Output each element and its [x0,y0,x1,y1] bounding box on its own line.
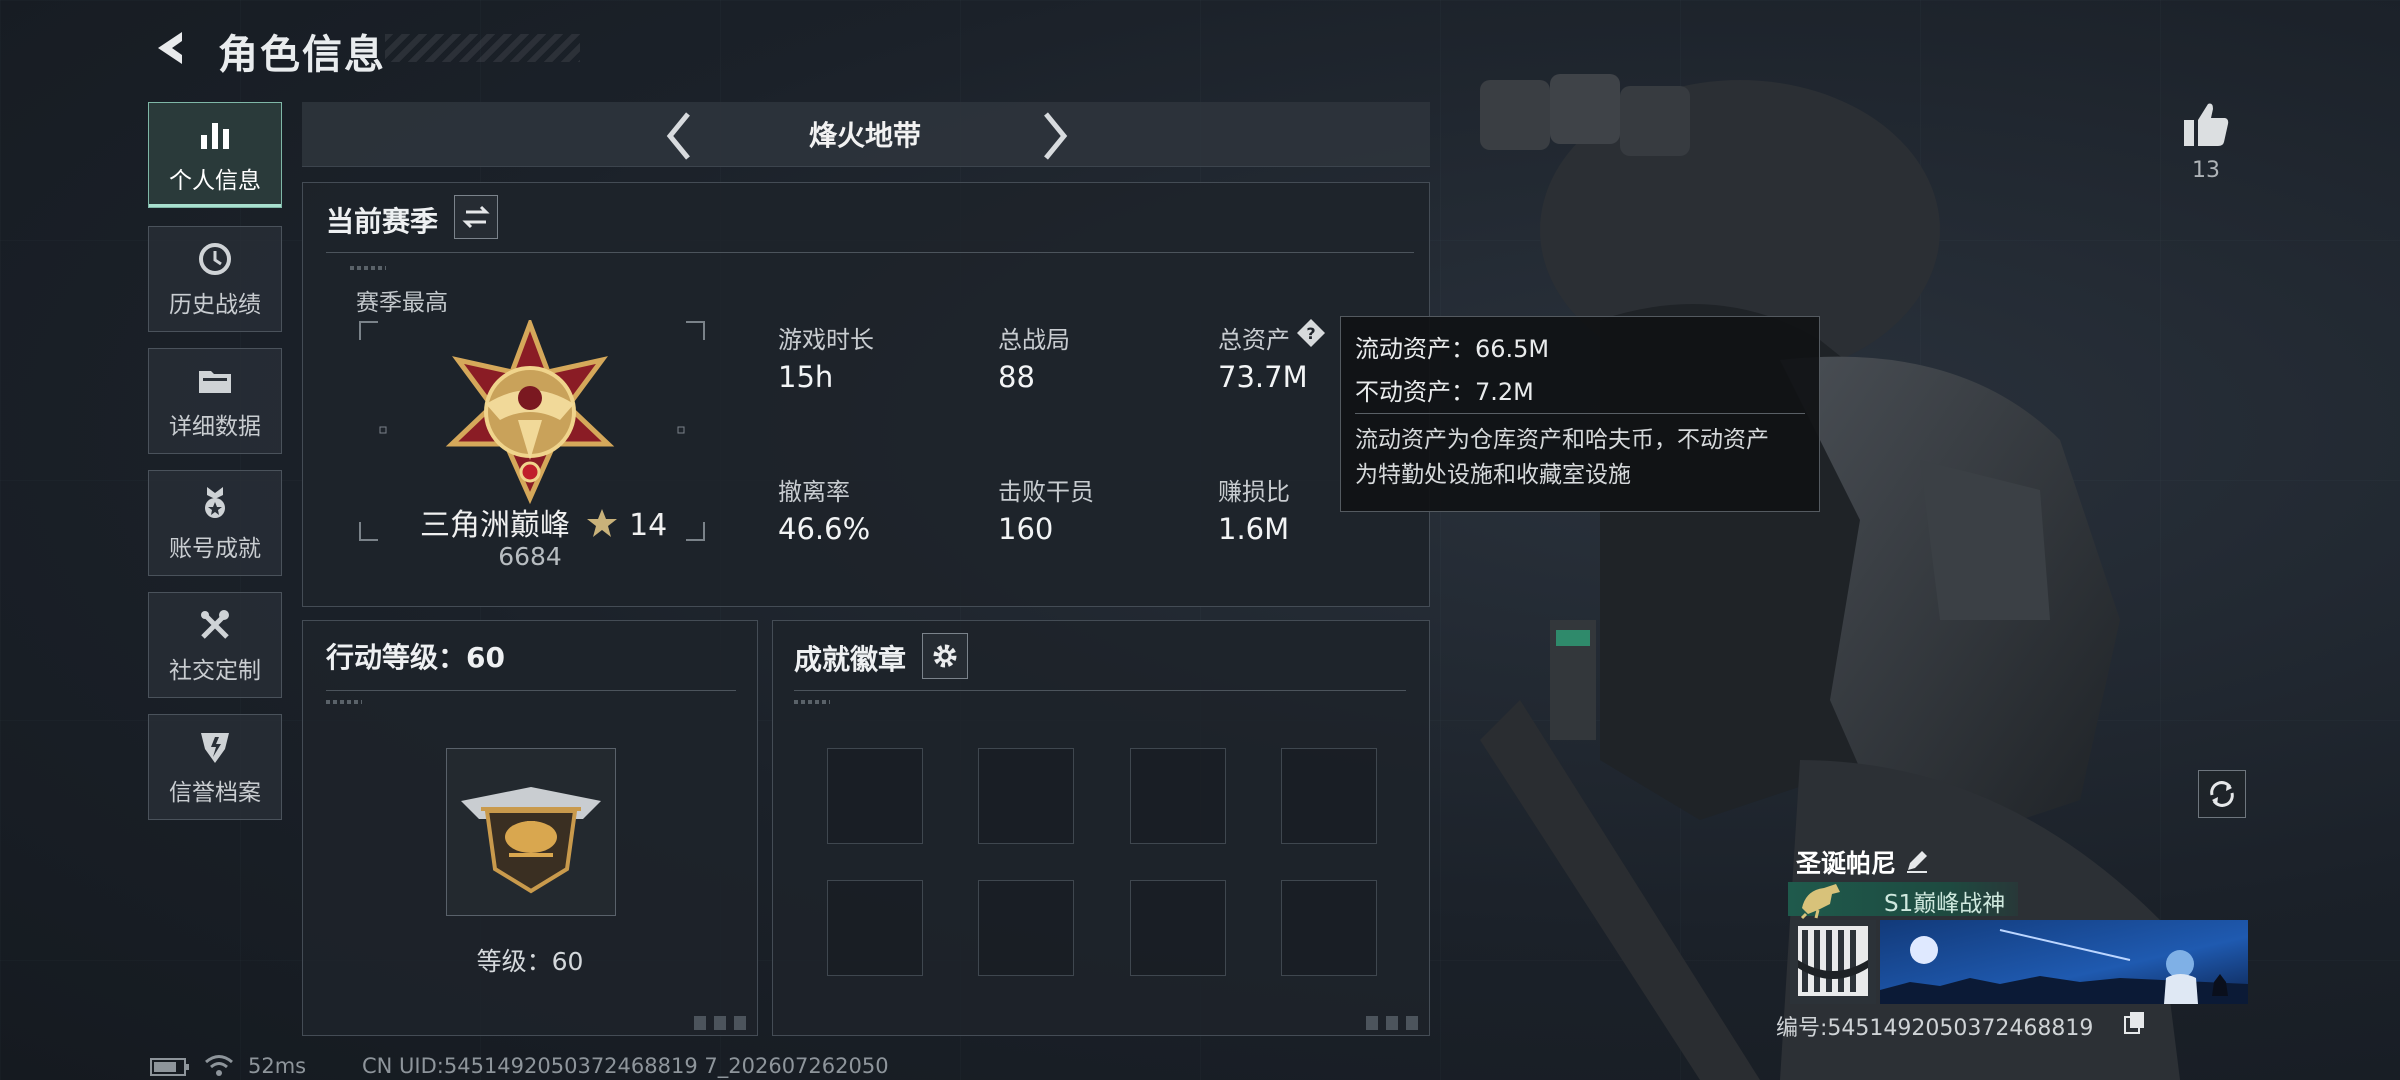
help-icon[interactable]: ? [1296,318,1326,348]
corner-marks [694,1016,748,1030]
season-divider [326,252,1414,253]
player-name: 圣诞帕尼 [1796,849,1897,878]
stat-value-kills: 160 [998,512,1054,546]
stat-label-playtime: 游戏时长 [778,326,874,354]
badge-slot[interactable] [827,880,923,976]
sidebar-item-personal-info[interactable]: 个人信息 [148,102,282,208]
sidebar-item-details[interactable]: 详细数据 [148,348,282,454]
badge-slot[interactable] [1130,880,1226,976]
badge-divider [794,690,1406,691]
copy-icon[interactable] [2122,1010,2148,1036]
battery-icon [150,1058,189,1076]
swap-season-button[interactable] [454,195,498,239]
level-badge-frame [446,748,616,916]
sidebar-item-label: 信誉档案 [169,780,261,806]
mode-title: 烽火地带 [808,119,921,152]
sidebar-item-label: 社交定制 [169,658,261,684]
shield-icon [201,733,229,763]
stat-value-matches: 88 [998,360,1035,394]
player-avatar[interactable] [1790,920,1876,1004]
dinosaur-title-icon [1800,884,1840,920]
badge-slot[interactable] [1281,880,1377,976]
sidebar-item-credit[interactable]: 信誉档案 [148,714,282,820]
sidebar-item-social[interactable]: 社交定制 [148,592,282,698]
sidebar-item-label: 账号成就 [169,536,261,562]
uid-text: CN UID:5451492050372468819 7_20260726205… [362,1054,889,1078]
page-title: 角色信息 [218,32,386,78]
chevron-right-icon[interactable] [1034,108,1074,164]
rank-emblem-icon [445,320,615,504]
network-ping: 52ms [248,1054,307,1078]
decor-ticks [794,700,830,704]
decor-ticks [326,700,362,704]
tooltip-description-line1: 流动资产为仓库资产和哈夫币，不动资产 [1355,427,1769,453]
rank-name: 三角洲巅峰 [420,508,570,543]
rank-stars: 14 [629,508,668,543]
season-panel-title: 当前赛季 [326,205,439,238]
level-caption: 等级：60 [476,947,584,976]
star-icon [586,509,617,537]
back-arrow-icon[interactable] [150,26,194,70]
level-panel-title: 行动等级：60 [326,641,505,674]
svg-text:?: ? [1306,324,1315,343]
tools-icon [201,610,229,639]
tooltip-liquid-assets: 流动资产：66.5M [1355,335,1550,363]
sidebar-item-label: 详细数据 [169,414,261,440]
badge-settings-button[interactable] [922,633,968,679]
title-decoration [385,34,580,62]
wifi-icon [205,1055,233,1076]
rank-score: 6684 [498,542,562,571]
thumbs-up-icon[interactable] [2180,98,2232,150]
gear-icon [933,644,957,668]
edit-pencil-icon[interactable] [1904,848,1930,874]
tooltip-fixed-assets: 不动资产：7.2M [1355,378,1534,406]
sidebar-item-label: 历史战绩 [169,292,261,318]
sidebar-item-history[interactable]: 历史战绩 [148,226,282,332]
total-assets-tooltip: 流动资产：66.5M 不动资产：7.2M 流动资产为仓库资产和哈夫币，不动资产 … [1340,316,1820,512]
sidebar-item-achievements[interactable]: 账号成就 [148,470,282,576]
refresh-icon [2210,781,2234,807]
tooltip-divider [1355,413,1805,414]
rank-name-row: 三角洲巅峰 14 [420,500,667,544]
player-title-text: S1巅峰战神 [1884,891,2006,917]
tooltip-description-line2: 为特勤处设施和收藏室设施 [1355,462,1631,488]
folder-icon [199,371,231,393]
stat-value-profit-ratio: 1.6M [1218,512,1290,546]
badge-slot[interactable] [1130,748,1226,844]
helicopter-badge-icon [461,787,601,894]
medal-icon [205,487,225,518]
stat-label-profit-ratio: 赚损比 [1218,478,1290,506]
level-divider [326,690,736,691]
bar-chart-icon [201,123,229,149]
chevron-left-icon[interactable] [660,108,700,164]
season-best-label: 赛季最高 [356,290,448,316]
player-id: 编号:5451492050372468819 [1776,1016,2094,1041]
history-icon [199,243,231,275]
player-banner-image [1880,920,2248,1004]
stat-value-total-assets: 73.7M [1218,360,1308,394]
rotate-model-button[interactable] [2198,770,2246,818]
badge-slot[interactable] [1281,748,1377,844]
like-count: 13 [2192,158,2220,183]
badge-slot[interactable] [978,748,1074,844]
sidebar-item-label: 个人信息 [169,168,261,194]
stat-value-playtime: 15h [778,360,834,394]
badge-slot[interactable] [827,748,923,844]
stat-label-total-assets: 总资产 [1218,326,1290,354]
swap-icon [462,205,490,229]
badge-slot[interactable] [978,880,1074,976]
stat-value-extract-rate: 46.6% [778,512,871,546]
stat-label-extract-rate: 撤离率 [778,478,850,506]
stat-label-matches: 总战局 [998,326,1070,354]
badge-panel-title: 成就徽章 [794,643,907,676]
stat-label-kills: 击败干员 [998,478,1094,506]
decor-ticks [350,266,386,270]
